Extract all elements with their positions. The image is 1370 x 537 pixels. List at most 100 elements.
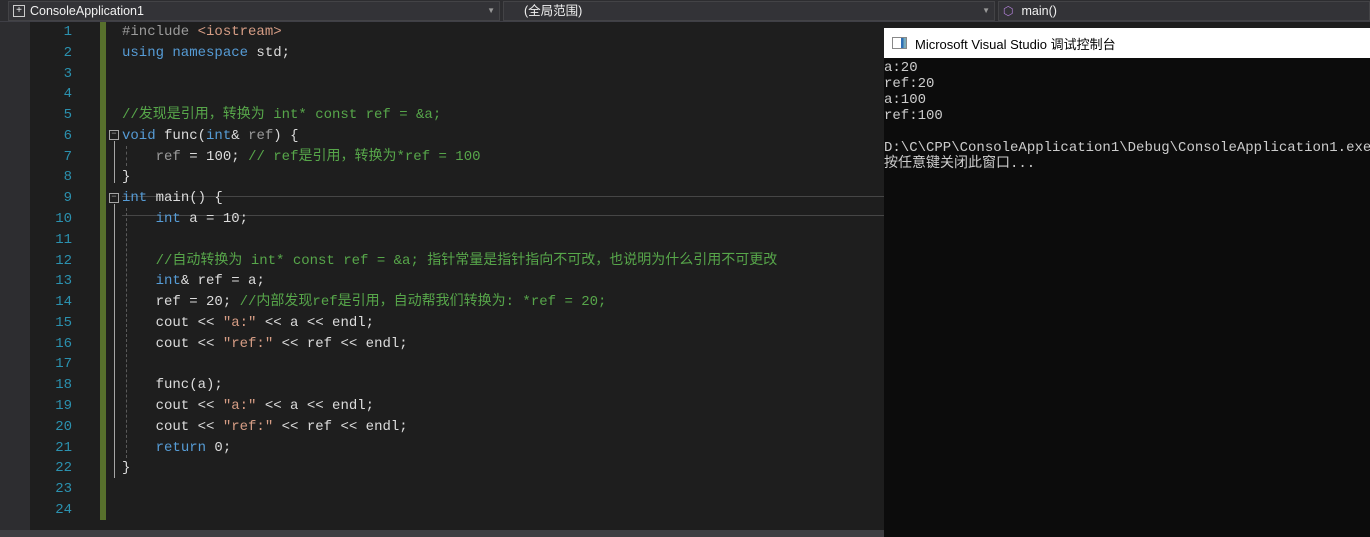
code-line: ref = 100; // ref是引用，转换为*ref = 100 [122,147,481,168]
line-number: 5 [63,107,72,124]
code-line: func(a); [122,375,223,396]
line-number: 14 [55,294,72,311]
code-token: "ref:" [222,335,274,352]
code-token: <iostream> [197,24,282,40]
project-icon: + [13,5,25,17]
fold-line [114,204,115,478]
chevron-down-icon: ▼ [982,6,990,15]
line-number: 7 [63,148,72,165]
code-token: ; [231,148,249,165]
line-number: 23 [55,481,72,498]
code-token: } [122,460,131,477]
console-line: 按任意键关闭此窗口... [884,156,1036,172]
console-line: a:20 [884,60,918,76]
line-number: 24 [55,501,72,518]
project-dropdown[interactable]: + ConsoleApplication1 ▼ [8,1,500,21]
code-token: << a << endl; [256,398,375,415]
code-line: //发现是引用，转换为 int* const ref = &a; [122,105,441,126]
code-token: int [155,211,190,228]
code-line: using namespace std; [122,43,290,64]
member-label: main() [1021,4,1057,18]
console-output: a:20 ref:20 a:100 ref:100 D:\C\CPP\ConsoleAp… [884,58,1370,172]
line-number: 13 [55,273,72,290]
code-line: } [122,167,130,188]
navigation-bar: + ConsoleApplication1 ▼ (全局范围) ▼ ⬡ main(… [0,0,1370,22]
code-line: #include <iostream> [122,22,282,43]
code-token: ref [248,127,274,144]
code-line: int a = 10; [122,209,248,230]
code-token: func(a); [122,377,223,394]
code-token: int [122,190,156,207]
line-number: 19 [55,398,72,415]
console-line: a:100 [884,92,927,108]
code-token: = [180,148,207,165]
code-token: & [231,127,249,144]
code-token: << ref << endl; [273,335,408,352]
code-token: // ref是引用，转换为*ref = 100 [248,148,481,165]
line-number: 8 [63,169,72,186]
line-number: 20 [55,418,72,435]
indent-guide [126,208,127,458]
console-line: D:\C\CPP\ConsoleApplication1\Debug\Conso… [884,140,1370,156]
left-margin [0,22,30,537]
fold-toggle-func[interactable]: − [109,130,119,140]
code-line: cout << "ref:" << ref << endl; [122,334,408,355]
code-token: a = 10; [189,211,249,228]
code-token: //发现是引用，转换为 int* const ref = &a; [122,107,442,124]
scope-dropdown[interactable]: (全局范围) ▼ [503,1,995,21]
code-line: ref = 20; //内部发现ref是引用，自动帮我们转换为: *ref = … [122,292,607,313]
line-number: 18 [55,377,72,394]
code-line: //自动转换为 int* const ref = &a; 指针常量是指针指向不可… [122,251,778,272]
line-number: 16 [55,335,72,352]
code-token: cout << [122,335,223,352]
line-number: 1 [63,24,72,40]
code-token: std; [256,44,291,61]
chevron-down-icon: ▼ [487,6,495,15]
line-number: 9 [63,190,72,207]
fold-toggle-main[interactable]: − [109,193,119,203]
code-token: cout << [122,314,223,331]
horizontal-scrollbar[interactable] [0,530,884,537]
code-token: ref = 20; [122,294,240,311]
line-number: 12 [55,252,72,269]
console-title-bar[interactable]: Microsoft Visual Studio 调试控制台 [884,28,1370,58]
line-number: 15 [55,314,72,331]
scope-label: (全局范围) [524,4,583,18]
code-line: cout << "ref:" << ref << endl; [122,417,408,438]
method-cube-icon: ⬡ [1003,4,1014,18]
line-number: 17 [55,356,72,373]
line-number: 4 [63,86,72,103]
code-token: ref [155,148,181,165]
code-line: } [122,458,130,479]
code-token: "ref:" [222,418,274,435]
line-number: 2 [63,44,72,61]
code-line: int& ref = a; [122,271,265,292]
code-line: cout << "a:" << a << endl; [122,313,374,334]
member-dropdown[interactable]: ⬡ main() [998,1,1370,21]
console-title: Microsoft Visual Studio 调试控制台 [915,36,1116,52]
code-token: "a:" [222,398,257,415]
code-line: int main() { [122,188,223,209]
project-label: ConsoleApplication1 [30,4,144,18]
code-token: cout << [122,398,223,415]
code-line: return 0; [122,438,232,459]
code-token: 0; [214,439,232,456]
code-token: void [122,127,165,144]
indent-guide [126,146,127,166]
line-number: 10 [55,211,72,228]
code-token: cout << [122,418,223,435]
console-line: ref:20 [884,76,935,92]
console-app-icon [892,37,907,49]
debug-console-window[interactable]: Microsoft Visual Studio 调试控制台 a:20 ref:20… [884,28,1370,537]
line-number: 22 [55,460,72,477]
code-token: //内部发现ref是引用，自动帮我们转换为: *ref = 20; [239,294,607,311]
code-token: "a:" [222,314,257,331]
line-number: 3 [63,65,72,82]
console-line: ref:100 [884,108,943,124]
code-line: cout << "a:" << a << endl; [122,396,374,417]
